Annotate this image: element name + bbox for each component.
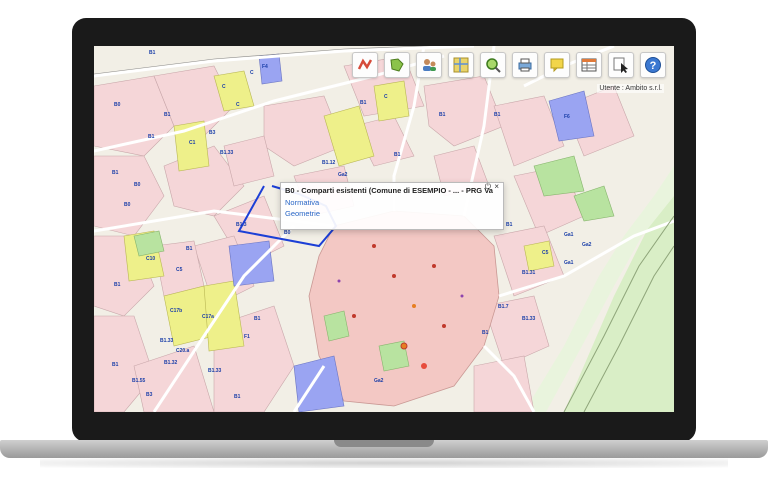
power-icon[interactable]: ⏻ <box>485 182 491 191</box>
map-label: B1 <box>439 112 446 118</box>
map-label: B1.33 <box>522 316 536 322</box>
legend-icon <box>390 58 404 72</box>
map-label: C5 <box>176 267 183 273</box>
search-button[interactable] <box>480 52 506 78</box>
map-label: B1.33 <box>160 338 174 344</box>
map-label: B1.55 <box>132 378 146 384</box>
map-label: B1 <box>234 394 241 400</box>
map-label: B0 <box>134 182 141 188</box>
search-icon <box>486 58 501 73</box>
map-label: B1 <box>149 50 156 56</box>
users-button[interactable] <box>416 52 442 78</box>
help-icon: ? <box>645 57 661 73</box>
pointer-icon <box>613 57 628 73</box>
map-label: Ga2 <box>374 378 384 384</box>
map-screen[interactable]: B1 B0 C C F4 B1 B3 B1 C1 B1.33 B1 B0 C B… <box>94 46 674 412</box>
laptop-notch <box>334 440 434 447</box>
map-label: C17b <box>170 308 182 314</box>
map-layers-icon <box>357 58 373 70</box>
map-label: B1 <box>506 222 513 228</box>
map-label: B1 <box>112 170 119 176</box>
map-label: Ga2 <box>582 242 592 248</box>
map-label: C <box>222 84 226 90</box>
popup-controls: ⏻ × <box>484 182 499 192</box>
map-label: B1 <box>394 152 401 158</box>
map-label: B1.31 <box>522 270 536 276</box>
normativa-link[interactable]: Normativa <box>281 197 503 208</box>
map-label: B1 <box>186 246 193 252</box>
map-label: B3 <box>209 130 216 136</box>
map-label: C17a <box>202 314 214 320</box>
user-label: Utente : Ambito s.r.l. <box>597 84 664 93</box>
table-icon <box>581 58 597 72</box>
map-label: C20.a <box>176 348 190 354</box>
legend-button[interactable] <box>384 52 410 78</box>
print-button[interactable] <box>512 52 538 78</box>
users-icon <box>423 59 436 71</box>
map-toolbar: ? <box>352 52 666 78</box>
map-label: B1 <box>482 330 489 336</box>
map-label: B0 <box>124 202 131 208</box>
pointer-button[interactable] <box>608 52 634 78</box>
map-label: B1.3 <box>236 222 247 228</box>
grid-button[interactable] <box>448 52 474 78</box>
map-label: Ga2 <box>338 172 348 178</box>
map-label: B0 <box>114 102 121 108</box>
map-label: C5 <box>542 250 549 256</box>
map-label: Ga1 <box>564 232 574 238</box>
map-label: B3 <box>146 392 153 398</box>
map-label: B1 <box>360 100 367 106</box>
note-button[interactable] <box>544 52 570 78</box>
feature-info-popup: ⏻ × B0 - Comparti esistenti (Comune di E… <box>280 182 504 230</box>
map-label: F6 <box>564 114 570 120</box>
map-label: B1.32 <box>164 360 178 366</box>
map-label: B1.12 <box>322 160 336 166</box>
map-layers-button[interactable] <box>352 52 378 78</box>
map-label: B0 <box>284 230 291 236</box>
map-label: Ga1 <box>564 260 574 266</box>
grid-icon <box>453 57 469 73</box>
map-label: B1.33 <box>220 150 234 156</box>
map-label: B1 <box>114 282 121 288</box>
map-label: B1 <box>254 316 261 322</box>
map-label: C <box>236 102 240 108</box>
map-label: C <box>384 94 388 100</box>
map-label: B1.33 <box>208 368 222 374</box>
popup-title: B0 - Comparti esistenti (Comune di ESEMP… <box>285 186 493 195</box>
map-label: B1 <box>164 112 171 118</box>
map-label: B1.7 <box>498 304 509 310</box>
map-label: F4 <box>262 64 268 70</box>
map-label: F1 <box>244 334 250 340</box>
note-icon <box>550 58 564 73</box>
laptop-shadow <box>40 458 728 468</box>
geometrie-link[interactable]: Geometrie <box>281 208 503 219</box>
map-label: B1 <box>148 134 155 140</box>
map-label: B1 <box>494 112 501 118</box>
svg-text:?: ? <box>650 60 657 72</box>
map-label: C <box>250 70 254 76</box>
help-button[interactable]: ? <box>640 52 666 78</box>
map-label: C10 <box>146 256 155 262</box>
close-icon[interactable]: × <box>494 182 499 191</box>
print-icon <box>518 58 532 72</box>
map-label: B1 <box>112 362 119 368</box>
table-button[interactable] <box>576 52 602 78</box>
map-label: C1 <box>189 140 196 146</box>
